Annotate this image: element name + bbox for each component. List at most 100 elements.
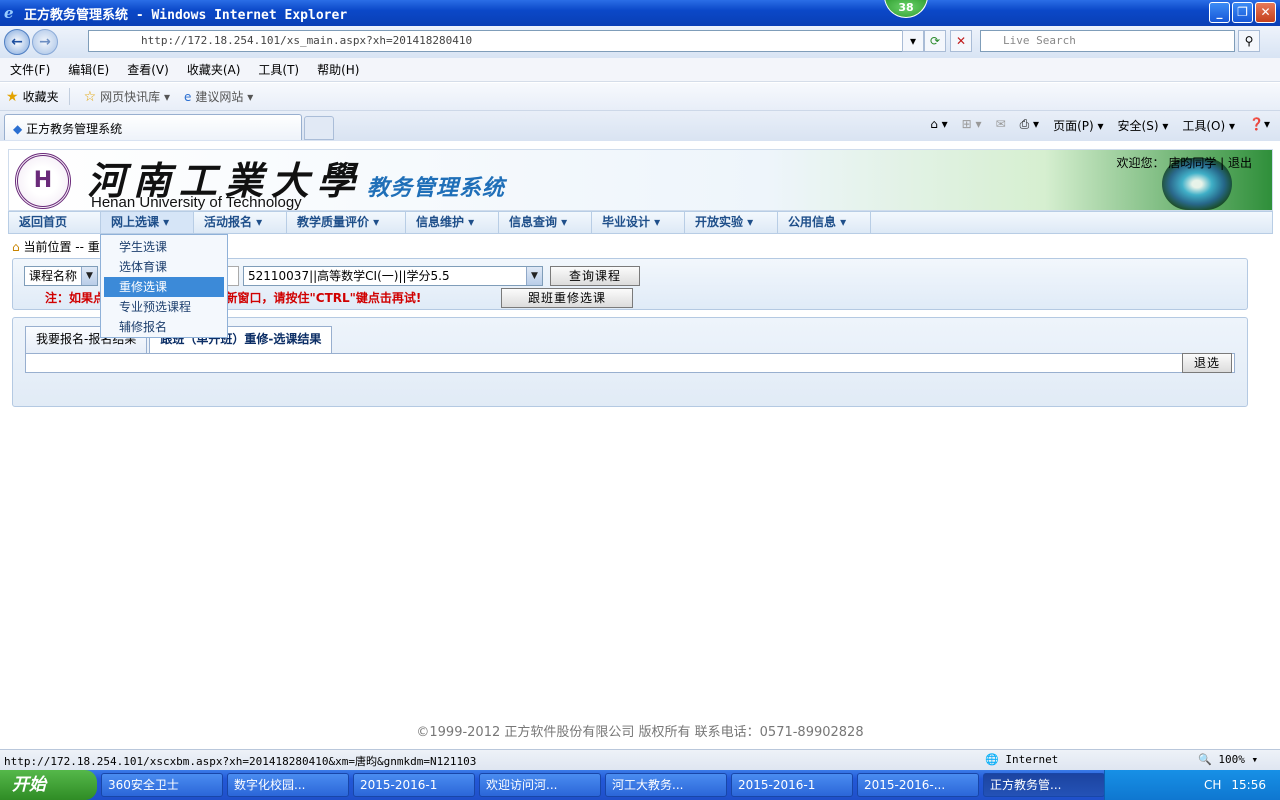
- menu-edit[interactable]: 编辑(E): [68, 61, 109, 78]
- nav-home[interactable]: 返回首页: [9, 212, 101, 233]
- course-selection-dropdown: 学生选课 选体育课 重修选课 专业预选课程 辅修报名: [100, 234, 228, 338]
- task-button[interactable]: 数字化校园...: [227, 773, 349, 797]
- tools-menu[interactable]: 工具(O) ▾: [1182, 117, 1235, 134]
- refresh-icon[interactable]: ⟳: [924, 30, 946, 52]
- safety-menu[interactable]: 安全(S) ▾: [1118, 117, 1169, 134]
- site-footer: ©1999-2012 正方软件股份有限公司 版权所有 联系电话：0571-899…: [416, 725, 864, 740]
- address-row: ← → http://172.18.254.101/xs_main.aspx?x…: [0, 26, 1280, 58]
- university-name-en: Henan University of Technology: [91, 194, 302, 211]
- dropdown-item-minor-signup[interactable]: 辅修报名: [104, 317, 224, 337]
- address-input[interactable]: http://172.18.254.101/xs_main.aspx?xh=20…: [88, 30, 918, 52]
- dropdown-item-pe-selection[interactable]: 选体育课: [104, 257, 224, 277]
- task-button[interactable]: 2015-2016-...: [857, 773, 979, 797]
- suggested-sites-label: 建议网站 ▾: [195, 90, 254, 104]
- site-header: H 河南工業大學 Henan University of Technology …: [8, 149, 1273, 211]
- retake-selection-button[interactable]: 跟班重修选课: [501, 288, 633, 308]
- browser-tab-row: ◆ 正方教务管理系统 ⌂ ▾ ⊞ ▾ ✉ ⎙ ▾ 页面(P) ▾ 安全(S) ▾…: [0, 111, 1280, 141]
- search-icon[interactable]: ⚲: [1238, 30, 1260, 52]
- task-button[interactable]: 欢迎访问河...: [479, 773, 601, 797]
- system-tray: CH 15:56: [1104, 770, 1280, 800]
- withdraw-button[interactable]: 退选: [1182, 353, 1232, 373]
- task-button[interactable]: 2015-2016-1: [731, 773, 853, 797]
- menu-file[interactable]: 文件(F): [10, 61, 50, 78]
- address-dropdown-icon[interactable]: ▾: [902, 30, 924, 52]
- notification-badge[interactable]: 38: [884, 0, 928, 18]
- maximize-button[interactable]: ❐: [1232, 2, 1253, 23]
- course-select-value: 52110037||高等数学CⅠ(一)||学分5.5: [248, 269, 450, 283]
- help-icon[interactable]: ❓▾: [1249, 117, 1270, 134]
- security-zone: 🌐 Internet: [985, 753, 1059, 766]
- chevron-down-icon: ▼: [526, 267, 542, 285]
- taskbar: 开始 360安全卫士 数字化校园... 2015-2016-1 欢迎访问河...…: [0, 770, 1280, 800]
- browser-tab[interactable]: ◆ 正方教务管理系统: [4, 114, 302, 140]
- home-icon: ⌂: [12, 240, 20, 254]
- add-favorite-icon: ☆: [83, 88, 97, 105]
- menu-view[interactable]: 查看(V): [127, 61, 169, 78]
- page-menu[interactable]: 页面(P) ▾: [1053, 117, 1103, 134]
- favorites-button[interactable]: ★ 收藏夹: [6, 88, 70, 105]
- query-courses-button[interactable]: 查询课程: [550, 266, 640, 286]
- field-select-value: 课程名称: [29, 269, 78, 283]
- site-icon: ◆: [13, 122, 23, 136]
- task-button[interactable]: 360安全卫士: [101, 773, 223, 797]
- nav-info-maintenance[interactable]: 信息维护 ▾: [406, 212, 499, 233]
- nav-graduation-design[interactable]: 毕业设计 ▾: [592, 212, 685, 233]
- task-button[interactable]: 河工大教务...: [605, 773, 727, 797]
- course-select[interactable]: 52110037||高等数学CⅠ(一)||学分5.5 ▼: [243, 266, 543, 286]
- print-icon[interactable]: ⎙ ▾: [1020, 117, 1039, 134]
- web-slice-gallery[interactable]: ☆ 网页快讯库 ▾: [84, 88, 170, 105]
- clock[interactable]: 15:56: [1231, 778, 1266, 792]
- dropdown-item-retake-selection[interactable]: 重修选课: [104, 277, 224, 297]
- task-button-active[interactable]: 正方教务管...: [983, 773, 1105, 797]
- nav-public-info[interactable]: 公用信息 ▾: [778, 212, 871, 233]
- window-title: 正方教务管理系统 - Windows Internet Explorer: [24, 7, 348, 23]
- status-bar: http://172.18.254.101/xscxbm.aspx?xh=201…: [0, 749, 1280, 770]
- home-icon[interactable]: ⌂ ▾: [930, 117, 947, 134]
- mail-icon[interactable]: ✉: [996, 117, 1006, 134]
- university-emblem: H: [15, 153, 71, 209]
- nav-activity-signup[interactable]: 活动报名 ▾: [194, 212, 287, 233]
- chevron-down-icon: ▼: [81, 267, 97, 285]
- feeds-icon[interactable]: ⊞ ▾: [962, 117, 982, 134]
- stop-icon[interactable]: ✕: [950, 30, 972, 52]
- language-indicator[interactable]: CH: [1204, 778, 1221, 792]
- field-select[interactable]: 课程名称 ▼: [24, 266, 98, 286]
- security-zone-label: Internet: [1005, 753, 1059, 766]
- result-table: 退选: [25, 353, 1235, 373]
- breadcrumb: ⌂ 当前位置 -- 重: [12, 238, 100, 255]
- dropdown-item-student-selection[interactable]: 学生选课: [104, 237, 224, 257]
- nav-info-query[interactable]: 信息查询 ▾: [499, 212, 592, 233]
- web-slice-label: 网页快讯库 ▾: [100, 90, 170, 104]
- window-controls: _ ❐ ✕: [1209, 2, 1276, 23]
- menu-bar: 文件(F) 编辑(E) 查看(V) 收藏夹(A) 工具(T) 帮助(H): [0, 58, 1280, 82]
- search-input[interactable]: Live Search: [980, 30, 1235, 52]
- dropdown-item-major-preselection[interactable]: 专业预选课程: [104, 297, 224, 317]
- zoom-value: 100%: [1218, 753, 1245, 766]
- ie-logo-icon: e: [4, 4, 14, 22]
- favorites-bar: ★ 收藏夹 ☆ 网页快讯库 ▾ e 建议网站 ▾: [0, 83, 1280, 111]
- status-url: http://172.18.254.101/xscxbm.aspx?xh=201…: [4, 755, 477, 768]
- favorites-label: 收藏夹: [22, 90, 59, 104]
- web-page: H 河南工業大學 Henan University of Technology …: [0, 141, 1280, 749]
- back-button[interactable]: ←: [4, 29, 30, 55]
- breadcrumb-text: 当前位置 -- 重: [23, 240, 100, 254]
- star-icon: ★: [6, 88, 19, 105]
- minimize-button[interactable]: _: [1209, 2, 1230, 23]
- forward-button[interactable]: →: [32, 29, 58, 55]
- nav-course-selection[interactable]: 网上选课 ▾: [101, 212, 194, 233]
- system-name: 教务管理系统: [367, 176, 506, 201]
- suggested-sites[interactable]: e 建议网站 ▾: [184, 88, 253, 105]
- new-tab-button[interactable]: [304, 116, 334, 140]
- window-titlebar: e 正方教务管理系统 - Windows Internet Explorer 3…: [0, 0, 1280, 26]
- welcome-text[interactable]: 欢迎您： 唐昀同学 | 退出: [1117, 154, 1253, 171]
- menu-tools[interactable]: 工具(T): [258, 61, 299, 78]
- start-button[interactable]: 开始: [0, 770, 97, 800]
- close-button[interactable]: ✕: [1255, 2, 1276, 23]
- task-button[interactable]: 2015-2016-1: [353, 773, 475, 797]
- menu-favorites[interactable]: 收藏夹(A): [187, 61, 241, 78]
- zoom-level[interactable]: 🔍 100% ▾: [1198, 753, 1258, 766]
- nav-open-experiment[interactable]: 开放实验 ▾: [685, 212, 778, 233]
- nav-teaching-evaluation[interactable]: 教学质量评价 ▾: [287, 212, 406, 233]
- menu-help[interactable]: 帮助(H): [317, 61, 359, 78]
- site-nav: 返回首页 网上选课 ▾ 活动报名 ▾ 教学质量评价 ▾ 信息维护 ▾ 信息查询 …: [8, 211, 1273, 234]
